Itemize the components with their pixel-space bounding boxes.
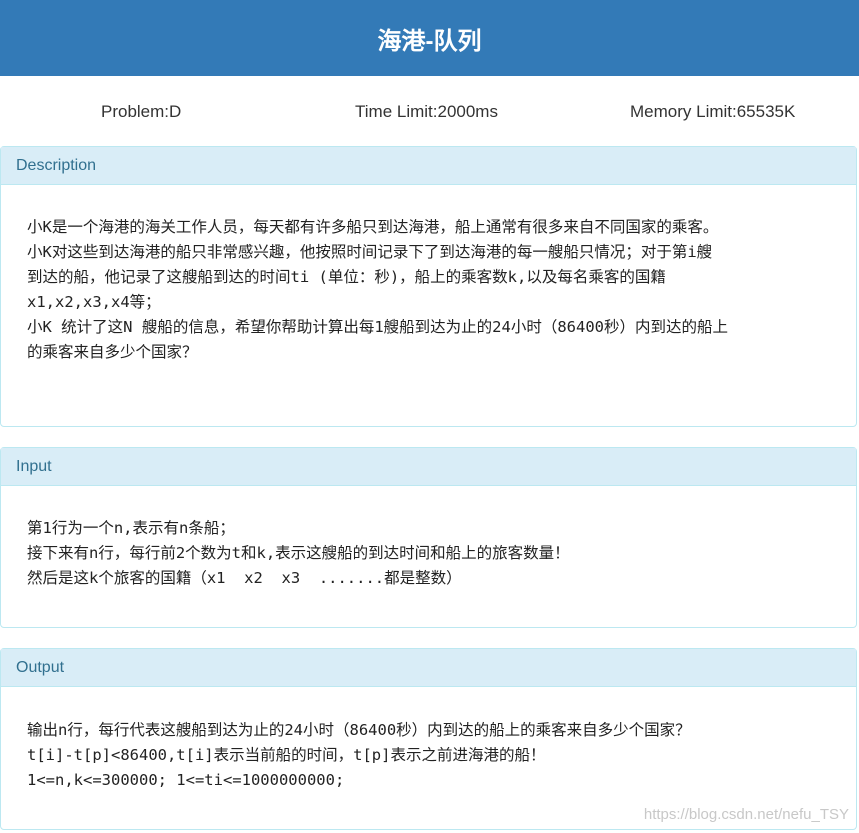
page-title: 海港-队列 — [377, 27, 482, 55]
output-panel: Output 输出n行，每行代表这艘船到达为止的24小时（86400秒）内到达的… — [0, 648, 857, 830]
output-line: 1<=n,k<=300000; 1<=ti<=1000000000; — [27, 771, 345, 789]
description-line: 小K对这些到达海港的船只非常感兴趣，他按照时间记录下了到达海港的每一艘船只情况；… — [27, 243, 713, 261]
description-line: 小K是一个海港的海关工作人员，每天都有许多船只到达海港，船上通常有很多来自不同国… — [27, 218, 719, 236]
memory-limit-label: Memory Limit:65535K — [630, 102, 796, 121]
input-body: 第1行为一个n,表示有n条船； 接下来有n行，每行前2个数为t和k,表示这艘船的… — [1, 486, 856, 591]
description-line: 小K 统计了这N 艘船的信息，希望你帮助计算出每1艘船到达为止的24小时（864… — [27, 318, 728, 336]
input-line: 接下来有n行，每行前2个数为t和k,表示这艘船的到达时间和船上的旅客数量！ — [27, 544, 570, 562]
description-line: x1,x2,x3,x4等； — [27, 293, 161, 311]
description-panel: Description 小K是一个海港的海关工作人员，每天都有许多船只到达海港，… — [0, 146, 857, 427]
watermark: https://blog.csdn.net/nefu_TSY — [643, 806, 849, 823]
output-heading: Output — [1, 649, 856, 687]
page-header: 海港-队列 — [0, 0, 859, 76]
problem-label: Problem:D — [101, 102, 182, 121]
output-body: 输出n行，每行代表这艘船到达为止的24小时（86400秒）内到达的船上的乘客来自… — [1, 687, 856, 793]
description-line: 到达的船，他记录了这艘船到达的时间ti (单位：秒)，船上的乘客数k,以及每名乘… — [27, 268, 666, 286]
output-line: t[i]-t[p]<86400,t[i]表示当前船的时间，t[p]表示之前进海港… — [27, 746, 546, 764]
description-heading: Description — [1, 147, 856, 185]
description-body: 小K是一个海港的海关工作人员，每天都有许多船只到达海港，船上通常有很多来自不同国… — [1, 185, 856, 365]
time-limit-label: Time Limit:2000ms — [355, 102, 498, 121]
limits-bar: Problem:D Time Limit:2000ms Memory Limit… — [0, 76, 859, 146]
output-line: 输出n行，每行代表这艘船到达为止的24小时（86400秒）内到达的船上的乘客来自… — [27, 721, 691, 739]
input-panel: Input 第1行为一个n,表示有n条船； 接下来有n行，每行前2个数为t和k,… — [0, 447, 857, 628]
input-heading: Input — [1, 448, 856, 486]
input-line: 然后是这k个旅客的国籍（x1 x2 x3 .......都是整数） — [27, 569, 462, 587]
input-line: 第1行为一个n,表示有n条船； — [27, 519, 235, 537]
description-line: 的乘客来自多少个国家？ — [27, 343, 198, 361]
